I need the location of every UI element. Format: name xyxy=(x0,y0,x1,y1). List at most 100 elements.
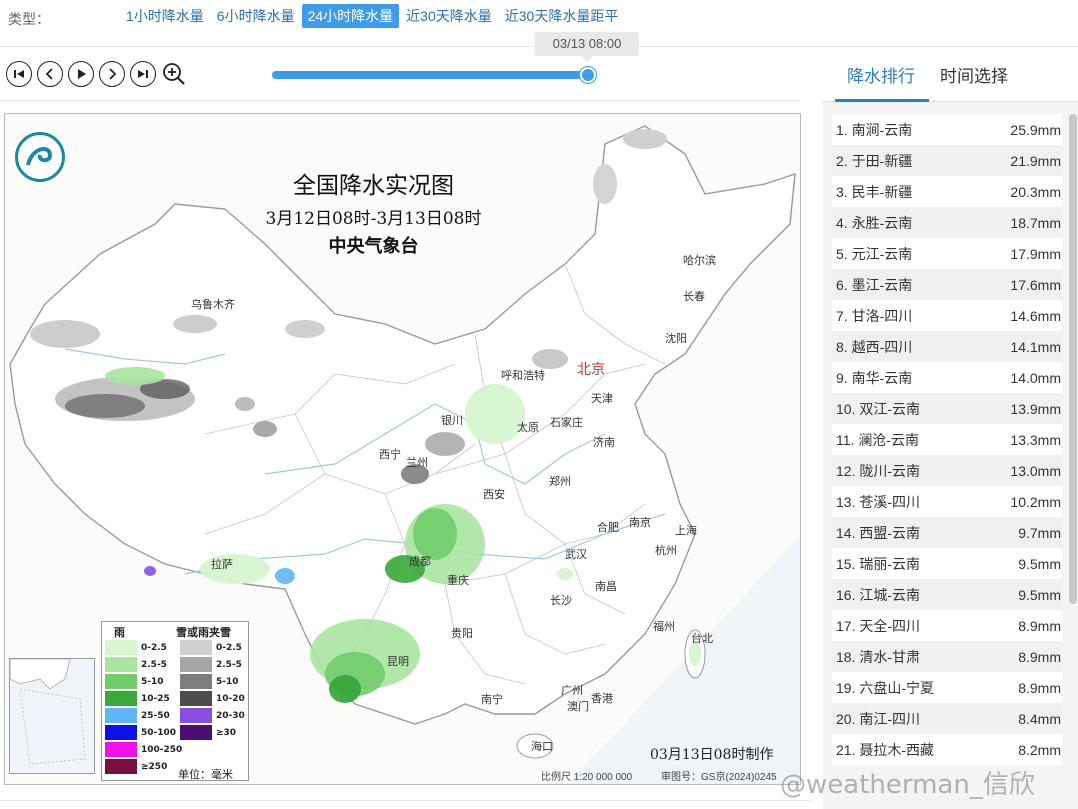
city-label: 福州 xyxy=(653,621,675,633)
precipitation-page: 类型： 1小时降水量 6小时降水量 24小时降水量 近30天降水量 近30天降水… xyxy=(0,0,1078,809)
station-name: 8. 越西-四川 xyxy=(836,338,913,355)
ranking-row[interactable]: 19. 六盘山-宁夏 8.9mm xyxy=(832,672,1062,703)
ranking-row[interactable]: 15. 瑞丽-云南 9.5mm xyxy=(832,548,1062,579)
ranking-row[interactable]: 1. 南涧-云南 25.9mm xyxy=(832,114,1062,145)
city-label: 南宁 xyxy=(481,694,503,706)
legend-item: 10-20 xyxy=(180,691,245,706)
legend-item: 20-30 xyxy=(180,708,245,723)
city-label: 长沙 xyxy=(550,595,572,607)
legend-item: 100-250 xyxy=(105,742,182,757)
last-frame-icon xyxy=(138,70,148,78)
city-label: 沈阳 xyxy=(665,333,687,345)
precipitation-map[interactable]: 全国降水实况图 3月12日08时-3月13日08时 中央气象台 乌鲁木齐 哈尔滨… xyxy=(4,113,801,785)
station-name: 13. 苍溪-四川 xyxy=(836,493,921,510)
city-label: 香港 xyxy=(591,693,613,705)
legend-item: 50-100 xyxy=(105,725,176,740)
type-tab-24h[interactable]: 24小时降水量 xyxy=(301,4,400,28)
timeline-handle[interactable] xyxy=(580,67,596,83)
station-name: 9. 南华-云南 xyxy=(836,369,913,386)
type-tab-6h[interactable]: 6小时降水量 xyxy=(211,4,301,28)
divider xyxy=(0,800,810,801)
ranking-row[interactable]: 16. 江城-云南 9.5mm xyxy=(832,579,1062,610)
city-label: 乌鲁木齐 xyxy=(191,299,235,311)
ranking-row[interactable]: 4. 永胜-云南 18.7mm xyxy=(832,207,1062,238)
station-name: 19. 六盘山-宁夏 xyxy=(836,679,935,696)
legend-item: 0-2.5 xyxy=(180,640,242,655)
ranking-row[interactable]: 18. 清水-甘肃 8.9mm xyxy=(832,641,1062,672)
city-label: 兰州 xyxy=(406,457,428,469)
city-label: 西宁 xyxy=(379,449,401,461)
legend-item: 10-25 xyxy=(105,691,170,706)
watermark: @weatherman_信欣 xyxy=(780,770,1035,800)
legend-snow-title: 雪或雨夹雪 xyxy=(176,626,231,639)
play-button[interactable] xyxy=(68,61,94,87)
first-frame-button[interactable] xyxy=(6,61,32,87)
precip-value: 9.5mm xyxy=(1018,555,1061,572)
ranking-row[interactable]: 21. 聂拉木-西藏 8.2mm xyxy=(832,734,1062,765)
timeline-slider[interactable] xyxy=(272,67,596,83)
legend-swatch xyxy=(180,657,212,672)
timeline-fill xyxy=(272,71,588,79)
ranking-row[interactable]: 13. 苍溪-四川 10.2mm xyxy=(832,486,1062,517)
station-name: 20. 南江-四川 xyxy=(836,710,921,727)
legend-swatch xyxy=(105,742,137,757)
map-title: 全国降水实况图 xyxy=(293,173,454,199)
last-frame-button[interactable] xyxy=(130,61,156,87)
precip-value: 13.9mm xyxy=(1010,400,1061,417)
type-tab-30d[interactable]: 近30天降水量 xyxy=(400,4,498,28)
station-name: 21. 聂拉木-西藏 xyxy=(836,741,935,758)
legend-swatch xyxy=(105,674,137,689)
legend-label: 10-20 xyxy=(216,693,245,704)
station-name: 6. 墨江-云南 xyxy=(836,276,913,293)
type-label: 类型： xyxy=(8,11,50,27)
city-label: 南昌 xyxy=(595,581,617,593)
timeline-tooltip: 03/13 08:00 xyxy=(535,32,639,62)
legend-item: 2.5-5 xyxy=(180,657,242,672)
type-tab-30d-anomaly[interactable]: 近30天降水量距平 xyxy=(499,4,625,28)
legend-label: 10-25 xyxy=(141,693,170,704)
precip-value: 13.0mm xyxy=(1010,462,1061,479)
city-label: 上海 xyxy=(675,525,697,537)
legend-label: 2.5-5 xyxy=(141,659,167,670)
station-name: 4. 永胜-云南 xyxy=(836,214,913,231)
ranking-row[interactable]: 20. 南江-四川 8.4mm xyxy=(832,703,1062,734)
ranking-row[interactable]: 14. 西盟-云南 9.7mm xyxy=(832,517,1062,548)
ranking-row[interactable]: 11. 澜沧-云南 13.3mm xyxy=(832,424,1062,455)
ranking-row[interactable]: 12. 陇川-云南 13.0mm xyxy=(832,455,1062,486)
ranking-row[interactable]: 10. 双江-云南 13.9mm xyxy=(832,393,1062,424)
tab-time-select[interactable]: 时间选择 xyxy=(940,62,1008,87)
legend-item: 5-10 xyxy=(105,674,164,689)
station-name: 2. 于田-新疆 xyxy=(836,152,913,169)
ranking-row[interactable]: 3. 民丰-新疆 20.3mm xyxy=(832,176,1062,207)
ranking-row[interactable]: 8. 越西-四川 14.1mm xyxy=(832,331,1062,362)
type-tab-1h[interactable]: 1小时降水量 xyxy=(120,4,210,28)
precip-value: 8.2mm xyxy=(1018,741,1061,758)
precip-value: 14.1mm xyxy=(1010,338,1061,355)
map-approval-number: 审图号：GS京(2024)0245 xyxy=(661,772,777,783)
zoom-in-button[interactable] xyxy=(161,61,187,87)
legend-label: 100-250 xyxy=(141,744,183,755)
ranking-scrollbar[interactable] xyxy=(1069,114,1077,604)
station-name: 11. 澜沧-云南 xyxy=(836,431,919,448)
station-name: 7. 甘洛-四川 xyxy=(836,307,913,324)
legend-item: ≥250 xyxy=(105,759,167,774)
ranking-row[interactable]: 6. 墨江-云南 17.6mm xyxy=(832,269,1062,300)
ranking-row[interactable]: 9. 南华-云南 14.0mm xyxy=(832,362,1062,393)
tab-precip-ranking[interactable]: 降水排行 xyxy=(847,62,915,87)
ranking-row[interactable]: 2. 于田-新疆 21.9mm xyxy=(832,145,1062,176)
map-period: 3月12日08时-3月13日08时 xyxy=(265,209,482,229)
legend-swatch xyxy=(105,657,137,672)
legend-label: 0-2.5 xyxy=(216,642,242,653)
prev-frame-button[interactable] xyxy=(37,61,63,87)
ranking-row[interactable]: 7. 甘洛-四川 14.6mm xyxy=(832,300,1062,331)
precip-value: 9.5mm xyxy=(1018,586,1061,603)
precip-value: 14.6mm xyxy=(1010,307,1061,324)
city-label: 贵阳 xyxy=(451,628,473,640)
next-frame-button[interactable] xyxy=(99,61,125,87)
ranking-row[interactable]: 17. 天全-四川 8.9mm xyxy=(832,610,1062,641)
station-name: 5. 元江-云南 xyxy=(836,245,913,262)
station-name: 12. 陇川-云南 xyxy=(836,462,921,479)
legend-item: 0-2.5 xyxy=(105,640,167,655)
inset-map-graphic xyxy=(9,658,86,765)
ranking-row[interactable]: 5. 元江-云南 17.9mm xyxy=(832,238,1062,269)
